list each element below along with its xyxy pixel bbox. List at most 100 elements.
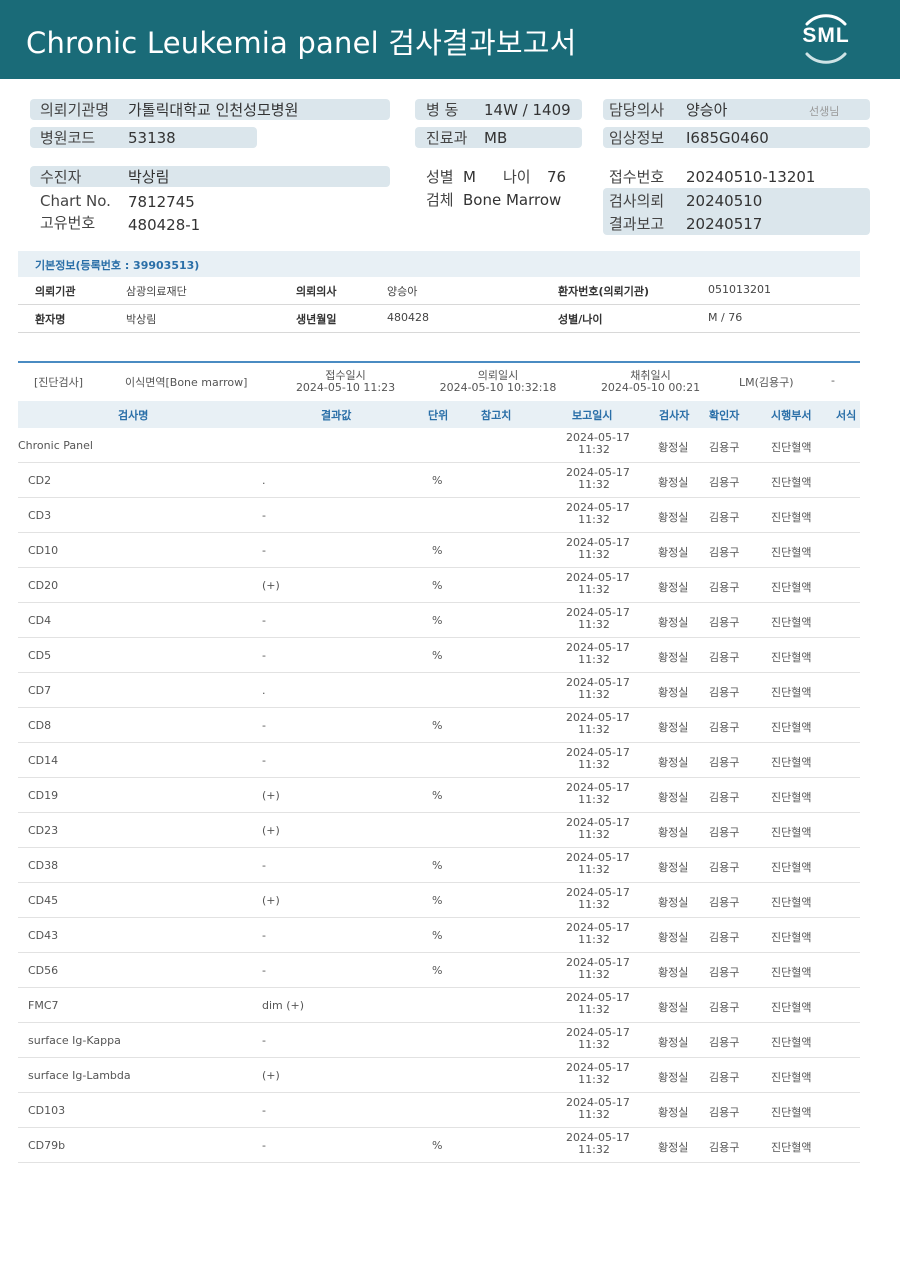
report-time: 11:32 <box>578 968 610 981</box>
test-name: CD7 <box>28 684 52 697</box>
department: 진단혈액 <box>771 721 812 734</box>
test-name: CD23 <box>28 824 59 837</box>
result-value: (+) <box>262 789 280 802</box>
ward-value: 14W / 1409 <box>484 101 571 119</box>
results-table-header: 검사명 결과값 단위 참고치 보고일시 검사자 확인자 시행부서 서식 <box>18 401 860 428</box>
report-datetime: 2024-05-17 11:32 <box>566 607 630 631</box>
table-row: Chronic Panel 황정실 김용구 진단혈액 2024-05-17 11:32 <box>18 428 860 463</box>
department: 진단혈액 <box>771 581 812 594</box>
result-value: - <box>262 1104 266 1117</box>
doctor-suffix: 선생님 <box>809 105 840 118</box>
table-row: CD38 -% 황정실 김용구 진단혈액 2024-05-17 11:32 <box>18 848 860 883</box>
result-value: - <box>262 1034 266 1047</box>
patient-value: 박상림 <box>128 168 170 186</box>
report-datetime: 2024-05-17 11:32 <box>566 537 630 561</box>
unit: % <box>432 579 443 592</box>
result-value: (+) <box>262 579 280 592</box>
report-datetime: 2024-05-17 11:32 <box>566 1062 630 1086</box>
report-datetime: 2024-05-17 11:32 <box>566 992 630 1016</box>
tester: 황정실 <box>658 1071 689 1084</box>
collect-datetime: 2024-05-10 00:21 <box>600 381 701 394</box>
unit: % <box>432 544 443 557</box>
table-row: CD23 (+) 황정실 김용구 진단혈액 2024-05-17 11:32 <box>18 813 860 848</box>
tester: 황정실 <box>658 581 689 594</box>
receipt-value: 20240510-13201 <box>686 168 816 186</box>
col-reference: 참고치 <box>481 409 512 422</box>
result-value: - <box>262 649 266 662</box>
report-time: 11:32 <box>578 513 610 526</box>
checker: 김용구 <box>709 511 740 524</box>
report-time: 11:32 <box>578 478 610 491</box>
table-row: FMC7 dim (+) 황정실 김용구 진단혈액 2024-05-17 11:32 <box>18 988 860 1023</box>
tester: 황정실 <box>658 1106 689 1119</box>
checker: 김용구 <box>709 1036 740 1049</box>
unit: % <box>432 614 443 627</box>
department: 진단혈액 <box>771 861 812 874</box>
tester: 황정실 <box>658 511 689 524</box>
checker: 김용구 <box>709 861 740 874</box>
test-name: CD2 <box>28 474 52 487</box>
result-value: dim (+) <box>262 999 305 1012</box>
table-row: CD19 (+)% 황정실 김용구 진단혈액 2024-05-17 11:32 <box>18 778 860 813</box>
result-label: 결과보고 <box>609 215 665 233</box>
result-value: - <box>262 544 266 557</box>
test-name: CD43 <box>28 929 59 942</box>
tester: 황정실 <box>658 791 689 804</box>
age-label: 나이 <box>503 168 531 186</box>
unit: % <box>432 649 443 662</box>
info-value: 051013201 <box>708 283 771 296</box>
unit: % <box>432 929 443 942</box>
department: 진단혈액 <box>771 1036 812 1049</box>
result-value: - <box>262 1139 266 1152</box>
result-value: . <box>262 684 266 697</box>
col-department: 시행부서 <box>771 409 812 422</box>
basic-info-title: 기본정보(등록번호 : 39903513) <box>35 259 200 272</box>
tester: 황정실 <box>658 931 689 944</box>
department: 진단혈액 <box>771 756 812 769</box>
report-datetime: 2024-05-17 11:32 <box>566 677 630 701</box>
checker: 김용구 <box>709 791 740 804</box>
table-row: CD56 -% 황정실 김용구 진단혈액 2024-05-17 11:32 <box>18 953 860 988</box>
checker: 김용구 <box>709 931 740 944</box>
result-value: . <box>262 474 266 487</box>
unit: % <box>432 894 443 907</box>
receipt-datetime: 2024-05-10 11:23 <box>295 381 396 394</box>
report-time: 11:32 <box>578 723 610 736</box>
info-label: 환자명 <box>35 313 66 326</box>
report-time: 11:32 <box>578 1073 610 1086</box>
info-value: 삼광의료재단 <box>126 285 187 298</box>
test-name: surface Ig-Kappa <box>28 1034 121 1047</box>
receipt-label: 접수번호 <box>609 168 665 186</box>
test-name: CD10 <box>28 544 59 557</box>
department: 진단혈액 <box>771 791 812 804</box>
category-specimen: 이식면역[Bone marrow] <box>125 376 248 389</box>
col-tester: 검사자 <box>659 409 690 422</box>
tester: 황정실 <box>658 686 689 699</box>
specimen-label: 검체 <box>426 191 454 209</box>
tester: 황정실 <box>658 826 689 839</box>
chart-label: Chart No. <box>40 192 111 210</box>
category-name: [진단검사] <box>34 376 84 389</box>
tester: 황정실 <box>658 651 689 664</box>
info-value: M / 76 <box>708 311 743 324</box>
report-time: 11:32 <box>578 1003 610 1016</box>
result-value: (+) <box>262 894 280 907</box>
table-row: CD2.% 황정실 김용구 진단혈액 2024-05-17 11:32 <box>18 463 860 498</box>
report-datetime: 2024-05-17 11:32 <box>566 922 630 946</box>
report-time: 11:32 <box>578 548 610 561</box>
department: 진단혈액 <box>771 616 812 629</box>
hospital-label: 의뢰기관명 <box>40 101 110 119</box>
checker: 김용구 <box>709 616 740 629</box>
report-datetime: 2024-05-17 11:32 <box>566 1132 630 1156</box>
test-name: CD56 <box>28 964 59 977</box>
report-datetime: 2024-05-17 11:32 <box>566 887 630 911</box>
info-value: 박상림 <box>126 313 157 326</box>
checker: 김용구 <box>709 721 740 734</box>
report-datetime: 2024-05-17 11:32 <box>566 432 630 456</box>
report-time: 11:32 <box>578 1143 610 1156</box>
result-value: - <box>262 964 266 977</box>
tester: 황정실 <box>658 476 689 489</box>
checker: 김용구 <box>709 896 740 909</box>
tester: 황정실 <box>658 861 689 874</box>
ward-label: 병 동 <box>426 101 459 119</box>
